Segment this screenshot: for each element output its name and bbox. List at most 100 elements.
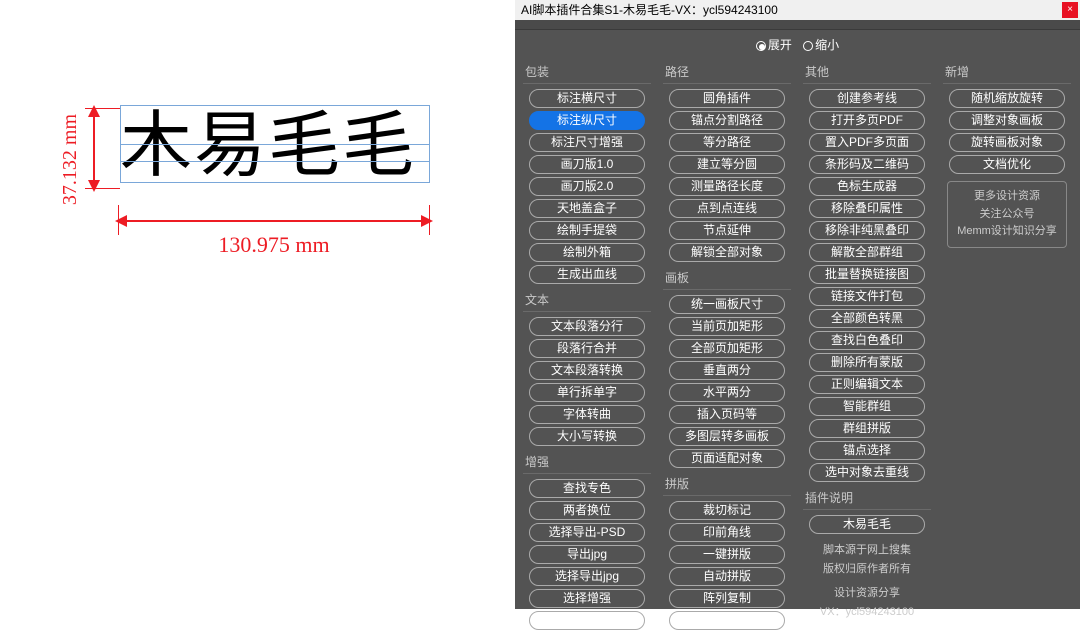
radio-dot-icon — [803, 41, 813, 51]
pill-button[interactable]: 批量替换链接图 — [809, 265, 925, 284]
plugin-panel: AI脚本插件合集S1-木易毛毛-VX：ycl594243100 × 展开 缩小 … — [515, 0, 1080, 609]
pill-button[interactable]: 查找专色 — [529, 479, 645, 498]
radio-shrink[interactable]: 缩小 — [803, 36, 839, 53]
radio-expand[interactable]: 展开 — [756, 36, 792, 53]
panel-titlebar[interactable]: AI脚本插件合集S1-木易毛毛-VX：ycl594243100 × — [515, 0, 1080, 20]
column-3: 其他 创建参考线 打开多页PDF 置入PDF多页面 条形码及二维码 色标生成器 … — [803, 59, 931, 633]
pill-button[interactable]: 印前角线 — [669, 523, 785, 542]
pill-button[interactable]: 文档优化 — [949, 155, 1065, 174]
pill-button[interactable]: 一键拼版 — [669, 545, 785, 564]
section-title-enhance: 增强 — [523, 449, 651, 474]
pill-button[interactable]: 当前页加矩形 — [669, 317, 785, 336]
pill-button[interactable]: 链接文件打包 — [809, 287, 925, 306]
pill-button[interactable]: 字体转曲 — [529, 405, 645, 424]
plugin-desc-text: 脚本源于网上搜集 版权归原作者所有 设计资源分享 VX：ycl594243100 — [803, 541, 931, 622]
pill-button[interactable]: 创建参考线 — [809, 89, 925, 108]
pill-button[interactable]: 选择增强 — [529, 589, 645, 608]
pill-button[interactable]: 解锁全部对象 — [669, 243, 785, 262]
selected-text-object[interactable]: 木易毛毛 — [120, 105, 430, 195]
pill-button[interactable]: 色标生成器 — [809, 177, 925, 196]
canvas-area: 木易毛毛 37.132 mm 130.975 mm — [0, 0, 515, 609]
pill-button[interactable]: 大小写转换 — [529, 427, 645, 446]
pill-button[interactable]: 导出jpg — [529, 545, 645, 564]
pill-button[interactable]: 移除叠印属性 — [809, 199, 925, 218]
pill-button[interactable]: 文本段落分行 — [529, 317, 645, 336]
pill-button[interactable]: 天地盖盒子 — [529, 199, 645, 218]
pill-button[interactable]: 点到点连线 — [669, 199, 785, 218]
pill-button[interactable]: 裁切标记 — [669, 501, 785, 520]
column-4: 新增 随机缩放旋转 调整对象画板 旋转画板对象 文档优化 更多设计资源 关注公众… — [943, 59, 1071, 633]
pill-button[interactable]: 测量路径长度 — [669, 177, 785, 196]
section-title-path: 路径 — [663, 59, 791, 84]
horizontal-dimension: 130.975 mm — [118, 200, 430, 255]
view-toggle-group: 展开 缩小 — [515, 30, 1080, 59]
pill-button[interactable]: 建立等分圆 — [669, 155, 785, 174]
arrow-right-icon — [421, 215, 433, 227]
pill-button[interactable]: 随机填色 — [529, 611, 645, 630]
pill-button[interactable]: 生成出血线 — [529, 265, 645, 284]
pill-button[interactable]: 选择导出-PSD — [529, 523, 645, 542]
pill-button[interactable]: 绘制手提袋 — [529, 221, 645, 240]
pill-button[interactable]: 绘制外箱 — [529, 243, 645, 262]
pill-button[interactable]: 标注横尺寸 — [529, 89, 645, 108]
pill-button[interactable]: 两者换位 — [529, 501, 645, 520]
pill-button[interactable]: 段落行合并 — [529, 339, 645, 358]
section-title-other: 其他 — [803, 59, 931, 84]
pill-button[interactable]: 文本段落转换 — [529, 361, 645, 380]
pill-button[interactable]: 选中对象去重线 — [809, 463, 925, 482]
pill-button[interactable]: 群组拼版 — [809, 419, 925, 438]
pill-button[interactable]: 选择导出jpg — [529, 567, 645, 586]
section-title-artboard: 画板 — [663, 265, 791, 290]
section-title-new: 新增 — [943, 59, 1071, 84]
panel-title-text: AI脚本插件合集S1-木易毛毛-VX：ycl594243100 — [521, 3, 778, 17]
pill-button[interactable]: 插入页码等 — [669, 405, 785, 424]
pill-button[interactable]: 删除所有蒙版 — [809, 353, 925, 372]
pill-button[interactable]: 正则编辑文本 — [809, 375, 925, 394]
pill-button[interactable]: 统一画板尺寸 — [669, 295, 785, 314]
vertical-dimension-label: 37.132 mm — [59, 114, 82, 205]
pill-button[interactable]: 标注尺寸增强 — [529, 133, 645, 152]
pill-button[interactable]: 解散全部群组 — [809, 243, 925, 262]
pill-button[interactable]: 打开多页PDF — [809, 111, 925, 130]
pill-button[interactable]: 单行拆单字 — [529, 383, 645, 402]
resource-info-box: 更多设计资源 关注公众号 Memm设计知识分享 — [947, 181, 1067, 248]
top-toolbar-spacer — [515, 20, 1080, 30]
author-button[interactable]: 木易毛毛 — [809, 515, 925, 534]
pill-button[interactable]: 自动拼版 — [669, 567, 785, 586]
pill-button[interactable]: 节点延伸 — [669, 221, 785, 240]
pill-button[interactable]: 垂直两分 — [669, 361, 785, 380]
pill-button[interactable]: 标注纵尺寸 — [529, 111, 645, 130]
section-title-imposition: 拼版 — [663, 471, 791, 496]
section-title-packaging: 包装 — [523, 59, 651, 84]
pill-button[interactable]: 条形码及二维码 — [809, 155, 925, 174]
pill-button[interactable]: 全部颜色转黑 — [809, 309, 925, 328]
pill-button[interactable]: 圆角插件 — [669, 89, 785, 108]
pill-button[interactable]: 锚点分割路径 — [669, 111, 785, 130]
pill-button[interactable]: 阵列复制 — [669, 589, 785, 608]
column-1: 包装 标注横尺寸 标注纵尺寸 标注尺寸增强 画刀版1.0 画刀版2.0 天地盖盒… — [523, 59, 651, 633]
pill-button[interactable]: 水平两分 — [669, 383, 785, 402]
pill-button[interactable]: 画刀版1.0 — [529, 155, 645, 174]
pill-button[interactable]: 旋转画板对象 — [949, 133, 1065, 152]
vertical-dimension: 37.132 mm — [55, 108, 115, 188]
section-title-text: 文本 — [523, 287, 651, 312]
pill-button[interactable]: 锚点选择 — [809, 441, 925, 460]
horizontal-dimension-label: 130.975 mm — [118, 232, 430, 258]
pill-button[interactable]: 页面适配对象 — [669, 449, 785, 468]
pill-button[interactable]: 智能群组 — [809, 397, 925, 416]
pill-button[interactable]: 置入PDF多页面 — [809, 133, 925, 152]
radio-dot-icon — [756, 41, 766, 51]
pill-button[interactable]: 查找白色叠印 — [809, 331, 925, 350]
pill-button[interactable]: 调整对象画板 — [949, 111, 1065, 130]
pill-button[interactable]: 画刀版2.0 — [529, 177, 645, 196]
pill-button[interactable]: 多图层转多画板 — [669, 427, 785, 446]
column-2: 路径 圆角插件 锚点分割路径 等分路径 建立等分圆 测量路径长度 点到点连线 节… — [663, 59, 791, 633]
close-button[interactable]: × — [1062, 2, 1078, 18]
pill-button[interactable]: 等分路径 — [669, 133, 785, 152]
pill-button[interactable]: 移除非纯黑叠印 — [809, 221, 925, 240]
pill-button[interactable]: 标记线生成 — [669, 611, 785, 630]
arrow-down-icon — [88, 180, 100, 192]
section-title-plugin-desc: 插件说明 — [803, 485, 931, 510]
pill-button[interactable]: 全部页加矩形 — [669, 339, 785, 358]
pill-button[interactable]: 随机缩放旋转 — [949, 89, 1065, 108]
